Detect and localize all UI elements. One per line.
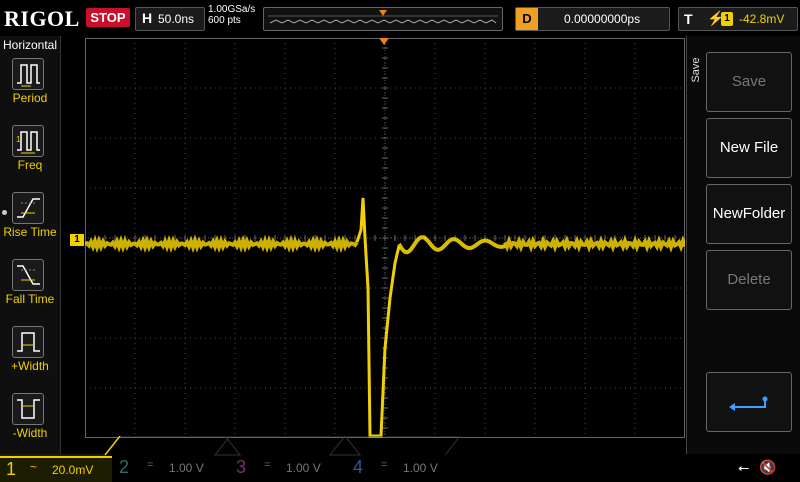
channel-2-coupling-icon: = <box>147 459 154 471</box>
channel-1-number: 1 <box>6 459 17 479</box>
channel-2-number: 2 <box>119 457 130 477</box>
channel-2-status[interactable]: 2 = 1.00 V <box>115 456 227 480</box>
menu-item-fall-time[interactable]: Fall Time <box>0 257 60 321</box>
channel-4-number: 4 <box>353 457 364 477</box>
menu-item-rise-time[interactable]: Rise Time <box>0 190 60 254</box>
new-folder-button[interactable]: NewFolder <box>706 184 792 244</box>
left-menu-title: Horizontal <box>2 38 58 52</box>
timebase-label: H <box>142 10 153 26</box>
new-file-button[interactable]: New File <box>706 118 792 178</box>
channel-4-scale: 1.00 V <box>403 461 438 475</box>
channel-4-status[interactable]: 4 = 1.00 V <box>349 456 461 480</box>
pos-width-icon <box>12 326 44 358</box>
fall-time-icon <box>12 259 44 291</box>
menu-item-label: Freq <box>17 158 43 172</box>
channel-3-status[interactable]: 3 = 1.00 V <box>232 456 344 480</box>
trigger-level: -42.8mV <box>739 12 785 26</box>
delay-box[interactable]: D 0.00000000ps <box>515 7 670 31</box>
channel-1-status[interactable]: 1 ~ 20.0mV <box>0 456 112 482</box>
menu-item-label: Period <box>12 91 48 105</box>
channel-1-scale: 20.0mV <box>52 463 94 477</box>
channel-3-scale: 1.00 V <box>286 461 321 475</box>
trigger-position-icon[interactable] <box>379 38 389 45</box>
freq-icon: 1 <box>12 125 44 157</box>
sample-rate: 1.00GSa/s <box>208 4 256 15</box>
channel-1-coupling-icon: ~ <box>30 460 38 474</box>
run-stop-badge[interactable]: STOP <box>86 8 130 27</box>
waveform-trace <box>84 234 359 254</box>
menu-item-freq[interactable]: 1 Freq <box>0 123 60 187</box>
save-button[interactable]: Save <box>706 52 792 112</box>
delay-label: D <box>516 8 538 30</box>
menu-item-label: Rise Time <box>3 225 57 239</box>
trigger-position-icon <box>379 10 387 16</box>
memory-overview-strip[interactable] <box>263 7 503 31</box>
channel-4-coupling-icon: = <box>381 459 388 471</box>
waveform-trace <box>355 197 401 438</box>
trigger-box[interactable]: T ⚡ 1 -42.8mV <box>678 7 798 31</box>
waveform-grid <box>84 37 687 439</box>
waveform-display[interactable] <box>84 37 687 439</box>
usb-icon: ⭠ <box>738 459 750 475</box>
timebase-box[interactable]: H 50.0ns <box>135 7 205 31</box>
channel-2-scale: 1.00 V <box>169 461 204 475</box>
neg-width-icon <box>12 393 44 425</box>
brand-logo: RIGOL <box>4 6 80 31</box>
memory-waveform-thumbnail <box>268 10 498 24</box>
period-icon <box>12 58 44 90</box>
menu-item-pos-width[interactable]: +Width <box>0 324 60 388</box>
return-button[interactable] <box>706 372 792 432</box>
trigger-source: 1 <box>721 12 733 26</box>
bottom-divider <box>0 436 461 456</box>
waveform-trace <box>503 235 687 253</box>
save-menu-tab-label: Save <box>690 57 702 83</box>
delete-button[interactable]: Delete <box>706 250 792 310</box>
return-icon <box>729 396 768 411</box>
delay-value: 0.00000000ps <box>564 12 641 26</box>
channel-3-coupling-icon: = <box>264 459 271 471</box>
menu-item-label: Fall Time <box>5 292 55 306</box>
menu-item-period[interactable]: Period <box>0 56 60 120</box>
rise-time-icon <box>12 192 44 224</box>
ch1-offset-marker[interactable]: 1 <box>70 234 84 246</box>
svg-text:1: 1 <box>16 135 21 144</box>
save-menu-tab: Save <box>686 50 704 94</box>
trigger-label: T <box>684 11 693 27</box>
timebase-value: 50.0ns <box>158 12 195 26</box>
menu-item-label: +Width <box>11 359 49 373</box>
speaker-muted-icon[interactable]: 🔇 <box>759 459 776 475</box>
sample-info: 1.00GSa/s 600 pts <box>208 4 255 26</box>
status-icons: ⭠ 🔇 <box>738 459 777 476</box>
channel-3-number: 3 <box>236 457 247 477</box>
sample-points: 600 pts <box>208 15 241 26</box>
